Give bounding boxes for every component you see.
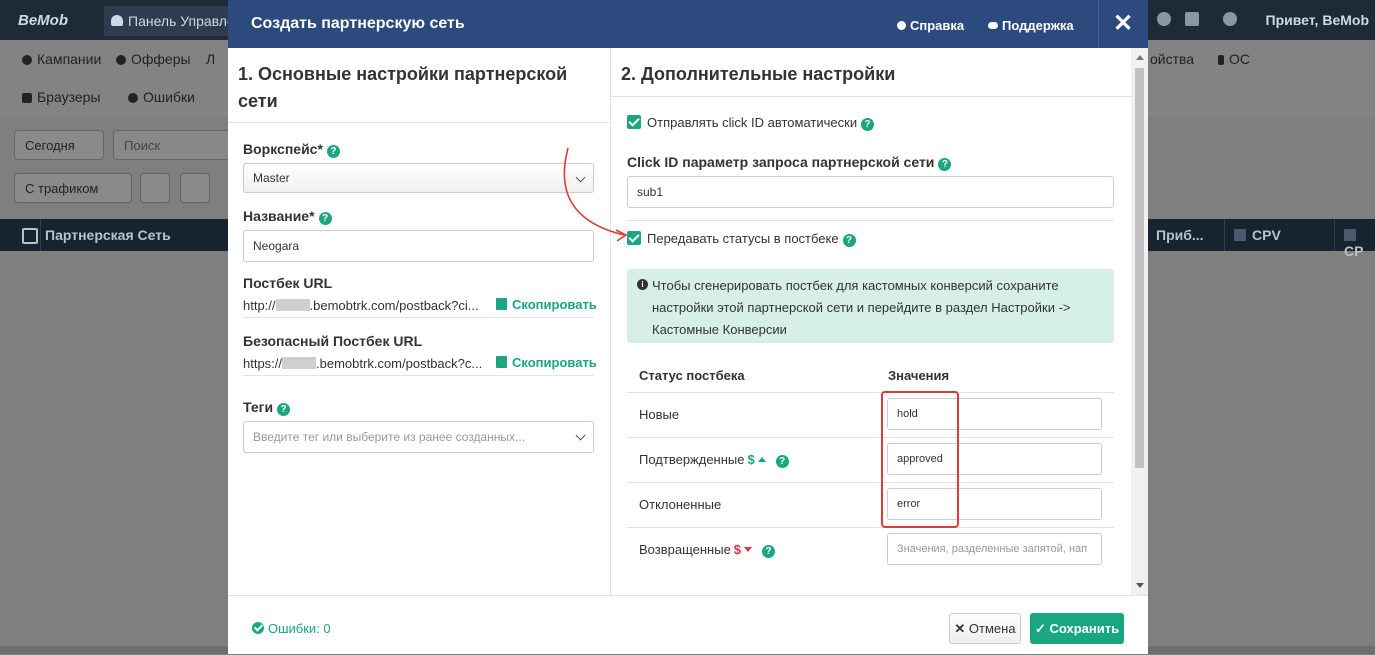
help-icon: ?	[326, 145, 340, 158]
cancel-button[interactable]: ✕ Отмена	[949, 613, 1021, 644]
billing-icon[interactable]	[1185, 12, 1199, 26]
help-icon: ?	[842, 234, 856, 247]
copy-postback-button[interactable]: Скопировать	[496, 297, 597, 312]
chat-icon	[988, 22, 998, 29]
status-declined-label: Отклоненные	[639, 497, 722, 512]
support-link[interactable]: Поддержка	[988, 18, 1074, 33]
status-column-header: Статус постбека	[639, 368, 745, 383]
modal-footer: Ошибки: 0 ✕ Отмена ✓ Сохранить	[228, 595, 1148, 655]
redacted-domain	[282, 357, 317, 369]
modal-scrollbar[interactable]	[1131, 48, 1148, 595]
basic-settings-title: 1. Основные настройки партнерской сети	[238, 64, 568, 111]
name-input[interactable]: Neogara	[243, 230, 594, 262]
arrow-down-icon	[744, 547, 753, 552]
help-link[interactable]: Справка	[897, 18, 964, 33]
menu-landers[interactable]: Л	[206, 51, 215, 67]
tags-label: Теги?	[243, 399, 291, 416]
secure-postback-url-label: Безопасный Постбек URL	[243, 333, 423, 349]
highlight-box	[881, 391, 959, 528]
th-network[interactable]: Партнерская Сеть	[45, 227, 171, 243]
date-button[interactable]: Сегодня	[14, 130, 104, 160]
pass-statuses-label: Передавать статусы в постбеке?	[647, 231, 856, 247]
menu-os[interactable]: ОС	[1218, 51, 1250, 67]
copy-secure-postback-button[interactable]: Скопировать	[496, 355, 597, 370]
question-icon	[897, 21, 906, 30]
click-id-param-input[interactable]: sub1	[627, 176, 1114, 208]
help-icon: ?	[762, 545, 776, 558]
additional-settings-title: 2. Дополнительные настройки	[621, 64, 896, 84]
click-id-param-label: Click ID параметр запроса партнерской се…	[627, 154, 952, 171]
copy-icon	[496, 356, 507, 368]
scroll-down-icon	[1136, 583, 1144, 588]
send-click-id-checkbox[interactable]	[627, 115, 641, 129]
menu-browsers[interactable]: Браузеры	[22, 89, 101, 105]
workspace-label: Воркспейс*?	[243, 141, 340, 158]
user-greeting[interactable]: Привет, BeMob	[1266, 12, 1370, 28]
info-icon: i	[637, 279, 648, 290]
status-returned-label: Возвращенные $?	[639, 542, 776, 558]
filter-icon	[1344, 229, 1356, 241]
help-icon: ?	[861, 118, 875, 131]
errors-status: Ошибки: 0	[252, 621, 331, 636]
scroll-up-icon	[1136, 55, 1144, 60]
help-icon: ?	[277, 403, 291, 416]
postback-url-value: http://.bemobtrk.com/postback?ci...	[243, 298, 479, 313]
workspace-select[interactable]: Master	[243, 163, 594, 193]
eye-icon[interactable]	[140, 173, 170, 203]
values-column-header: Значения	[888, 368, 950, 383]
save-button[interactable]: ✓ Сохранить	[1030, 613, 1124, 644]
status-approved-label: Подтвержденные $?	[639, 452, 789, 468]
user-area: Привет, BeMob	[1145, 0, 1375, 40]
postback-url-label: Постбек URL	[243, 275, 333, 291]
th-profit[interactable]: Приб...	[1156, 227, 1204, 243]
pass-statuses-checkbox[interactable]	[627, 231, 641, 245]
redacted-domain	[275, 299, 310, 311]
status-new-label: Новые	[639, 407, 680, 422]
status-returned-input[interactable]: Значения, разделенные запятой, нап	[887, 533, 1102, 565]
dashboard-icon	[111, 15, 123, 26]
help-icon: ?	[318, 212, 332, 225]
traffic-filter-button[interactable]: С трафиком	[14, 173, 132, 203]
menu-offers[interactable]: Офферы	[116, 51, 191, 67]
secure-postback-url-value: https://.bemobtrk.com/postback?c...	[243, 356, 483, 371]
check-circle-icon	[252, 622, 264, 634]
chevron-down-icon	[575, 172, 586, 183]
create-network-modal: Создать партнерскую сеть Справка Поддерж…	[228, 0, 1148, 654]
dashboard-tab[interactable]: Панель Управле	[104, 6, 244, 36]
copy-icon	[496, 298, 507, 310]
menu-campaigns[interactable]: Кампании	[22, 51, 101, 67]
gear-icon[interactable]	[1223, 12, 1237, 26]
help-icon: ?	[775, 455, 789, 468]
chevron-down-icon	[575, 430, 586, 441]
th-cp[interactable]: CP	[1344, 227, 1375, 259]
select-all-checkbox[interactable]	[22, 228, 38, 244]
app-logo: BeMob	[18, 12, 68, 29]
search-input[interactable]: Поиск	[113, 130, 233, 160]
th-cpv[interactable]: CPV	[1234, 227, 1281, 243]
basic-settings-panel: 1. Основные настройки партнерской сети В…	[228, 48, 611, 595]
menu-errors[interactable]: Ошибки	[128, 89, 195, 105]
name-label: Название*?	[243, 208, 332, 225]
arrow-up-icon	[757, 457, 766, 462]
close-icon[interactable]: ✕	[1113, 9, 1133, 38]
send-click-id-label: Отправлять click ID автоматически?	[647, 115, 875, 131]
dollar-icon: $	[747, 452, 755, 467]
filter-icon	[1234, 229, 1246, 241]
share-icon[interactable]	[180, 173, 210, 203]
help-icon: ?	[938, 158, 952, 171]
dollar-icon: $	[733, 542, 742, 557]
modal-title: Создать партнерскую сеть	[251, 15, 465, 32]
additional-settings-panel: 2. Дополнительные настройки Отправлять c…	[611, 48, 1131, 595]
tags-input[interactable]: Введите тег или выберите из ранее создан…	[243, 421, 594, 453]
menu-devices[interactable]: ойства	[1150, 51, 1194, 67]
custom-conversions-info: i Чтобы сгенерировать постбек для кастомн…	[627, 269, 1114, 343]
help-icon[interactable]	[1157, 12, 1171, 26]
modal-header: Создать партнерскую сеть Справка Поддерж…	[228, 0, 1148, 48]
